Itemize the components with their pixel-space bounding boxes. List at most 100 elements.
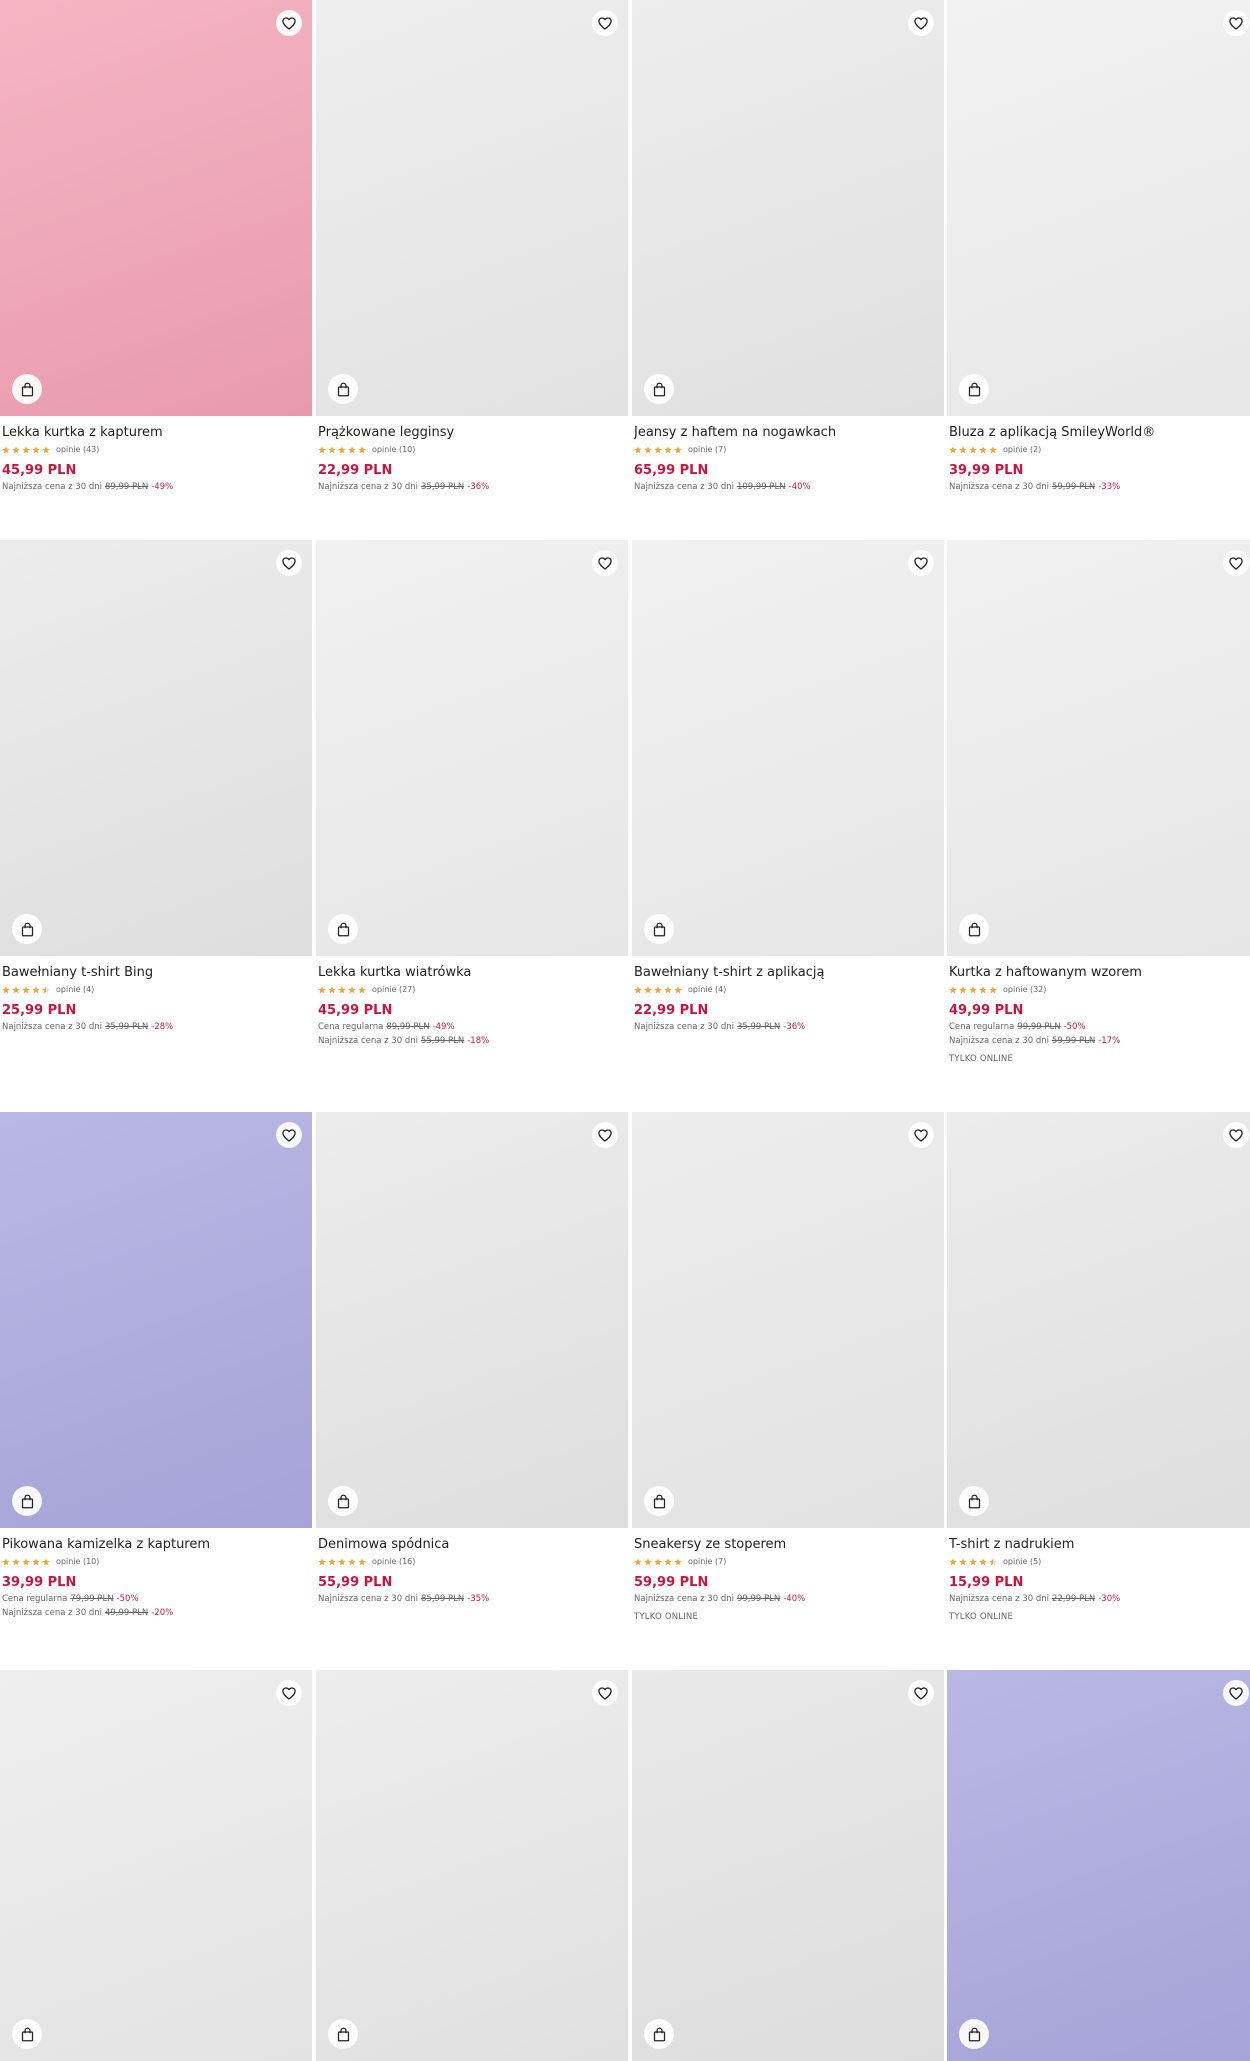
product-card[interactable] xyxy=(0,1670,312,2061)
old-price: 79,99 PLN xyxy=(70,1594,114,1604)
product-card[interactable] xyxy=(947,1670,1250,2061)
product-name[interactable]: Bawełniany t-shirt z aplikacją xyxy=(634,965,942,980)
add-to-cart-button[interactable] xyxy=(959,2019,989,2049)
add-to-cart-button[interactable] xyxy=(328,914,358,944)
product-name[interactable]: Prążkowane legginsy xyxy=(318,425,626,440)
wishlist-button[interactable] xyxy=(1223,550,1249,576)
product-image[interactable] xyxy=(0,1112,312,1528)
review-count[interactable]: opinie (32) xyxy=(1003,985,1046,994)
product-name[interactable]: Kurtka z haftowanym wzorem xyxy=(949,965,1250,980)
product-card[interactable]: Lekka kurtka z kapturem opinie (43) 45,99 … xyxy=(0,0,312,492)
add-to-cart-button[interactable] xyxy=(12,1486,42,1516)
product-image[interactable] xyxy=(0,1670,312,2061)
star-icon xyxy=(42,1557,50,1566)
product-image[interactable] xyxy=(316,1670,628,2061)
wishlist-button[interactable] xyxy=(276,1122,302,1148)
wishlist-button[interactable] xyxy=(1223,1122,1249,1148)
product-image[interactable] xyxy=(947,1670,1250,2061)
product-image[interactable] xyxy=(0,540,312,956)
price-history-line: Najniższa cena z 30 dni 99,99 PLN -40% xyxy=(634,1594,942,1604)
product-name[interactable]: T-shirt z nadrukiem xyxy=(949,1537,1250,1552)
wishlist-button[interactable] xyxy=(908,1122,934,1148)
product-image[interactable] xyxy=(947,1112,1250,1528)
wishlist-button[interactable] xyxy=(908,10,934,36)
review-count[interactable]: opinie (27) xyxy=(372,985,415,994)
product-image[interactable] xyxy=(947,0,1250,416)
shopping-bag-icon xyxy=(653,382,666,397)
product-card[interactable] xyxy=(632,1670,944,2061)
wishlist-button[interactable] xyxy=(592,1680,618,1706)
review-count[interactable]: opinie (10) xyxy=(56,1557,99,1566)
review-count[interactable]: opinie (7) xyxy=(688,445,726,454)
wishlist-button[interactable] xyxy=(276,10,302,36)
add-to-cart-button[interactable] xyxy=(12,374,42,404)
product-image[interactable] xyxy=(947,540,1250,956)
add-to-cart-button[interactable] xyxy=(644,914,674,944)
wishlist-button[interactable] xyxy=(592,10,618,36)
wishlist-button[interactable] xyxy=(1223,1680,1249,1706)
product-name[interactable]: Lekka kurtka wiatrówka xyxy=(318,965,626,980)
product-card[interactable]: Bawełniany t-shirt z aplikacją opinie (4)… xyxy=(632,540,944,1032)
wishlist-button[interactable] xyxy=(276,1680,302,1706)
shopping-bag-icon xyxy=(21,922,34,937)
product-image[interactable] xyxy=(316,0,628,416)
review-count[interactable]: opinie (4) xyxy=(688,985,726,994)
product-card[interactable]: Jeansy z haftem na nogawkach opinie (7) 65… xyxy=(632,0,944,492)
discount-badge: -36% xyxy=(467,482,490,492)
product-name[interactable]: Bawełniany t-shirt Bing xyxy=(2,965,310,980)
product-card[interactable]: Bluza z aplikacją SmileyWorld® opinie (2)… xyxy=(947,0,1250,492)
wishlist-button[interactable] xyxy=(908,1680,934,1706)
product-image[interactable] xyxy=(316,540,628,956)
wishlist-button[interactable] xyxy=(592,550,618,576)
product-name[interactable]: Denimowa spódnica xyxy=(318,1537,626,1552)
add-to-cart-button[interactable] xyxy=(12,2019,42,2049)
review-count[interactable]: opinie (2) xyxy=(1003,445,1041,454)
review-count[interactable]: opinie (16) xyxy=(372,1557,415,1566)
review-count[interactable]: opinie (7) xyxy=(688,1557,726,1566)
rating-stars xyxy=(634,445,682,454)
add-to-cart-button[interactable] xyxy=(328,2019,358,2049)
wishlist-button[interactable] xyxy=(592,1122,618,1148)
product-image[interactable] xyxy=(632,0,944,416)
product-card[interactable]: Sneakersy ze stoperem opinie (7) 59,99 PLN… xyxy=(632,1112,944,1622)
product-card[interactable]: Kurtka z haftowanym wzorem opinie (32) 49,… xyxy=(947,540,1250,1064)
product-name[interactable]: Jeansy z haftem na nogawkach xyxy=(634,425,942,440)
add-to-cart-button[interactable] xyxy=(959,374,989,404)
add-to-cart-button[interactable] xyxy=(644,2019,674,2049)
add-to-cart-button[interactable] xyxy=(328,1486,358,1516)
star-icon xyxy=(12,1557,20,1566)
add-to-cart-button[interactable] xyxy=(959,914,989,944)
star-icon xyxy=(654,445,662,454)
product-card[interactable] xyxy=(316,1670,628,2061)
review-count[interactable]: opinie (43) xyxy=(56,445,99,454)
wishlist-button[interactable] xyxy=(276,550,302,576)
wishlist-button[interactable] xyxy=(908,550,934,576)
wishlist-button[interactable] xyxy=(1223,10,1249,36)
product-card[interactable]: T-shirt z nadrukiem opinie (5) 15,99 PLN Na… xyxy=(947,1112,1250,1622)
product-image[interactable] xyxy=(632,540,944,956)
product-image[interactable] xyxy=(632,1670,944,2061)
product-name[interactable]: Sneakersy ze stoperem xyxy=(634,1537,942,1552)
product-card[interactable]: Pikowana kamizelka z kapturem opinie (10)… xyxy=(0,1112,312,1618)
add-to-cart-button[interactable] xyxy=(644,374,674,404)
add-to-cart-button[interactable] xyxy=(12,914,42,944)
add-to-cart-button[interactable] xyxy=(328,374,358,404)
discount-badge: -36% xyxy=(783,1022,806,1032)
product-image[interactable] xyxy=(632,1112,944,1528)
star-icon xyxy=(318,1557,326,1566)
product-card[interactable]: Bawełniany t-shirt Bing opinie (4) 25,99 P… xyxy=(0,540,312,1032)
review-count[interactable]: opinie (4) xyxy=(56,985,94,994)
product-image[interactable] xyxy=(0,0,312,416)
product-name[interactable]: Pikowana kamizelka z kapturem xyxy=(2,1537,310,1552)
review-count[interactable]: opinie (5) xyxy=(1003,1557,1041,1566)
product-card[interactable]: Lekka kurtka wiatrówka opinie (27) 45,99 P… xyxy=(316,540,628,1046)
review-count[interactable]: opinie (10) xyxy=(372,445,415,454)
product-rating: opinie (7) xyxy=(634,444,942,455)
add-to-cart-button[interactable] xyxy=(644,1486,674,1516)
product-name[interactable]: Lekka kurtka z kapturem xyxy=(2,425,310,440)
product-card[interactable]: Prążkowane legginsy opinie (10) 22,99 PLN N… xyxy=(316,0,628,492)
add-to-cart-button[interactable] xyxy=(959,1486,989,1516)
product-card[interactable]: Denimowa spódnica opinie (16) 55,99 PLN Naj… xyxy=(316,1112,628,1604)
product-name[interactable]: Bluza z aplikacją SmileyWorld® xyxy=(949,425,1250,440)
product-image[interactable] xyxy=(316,1112,628,1528)
